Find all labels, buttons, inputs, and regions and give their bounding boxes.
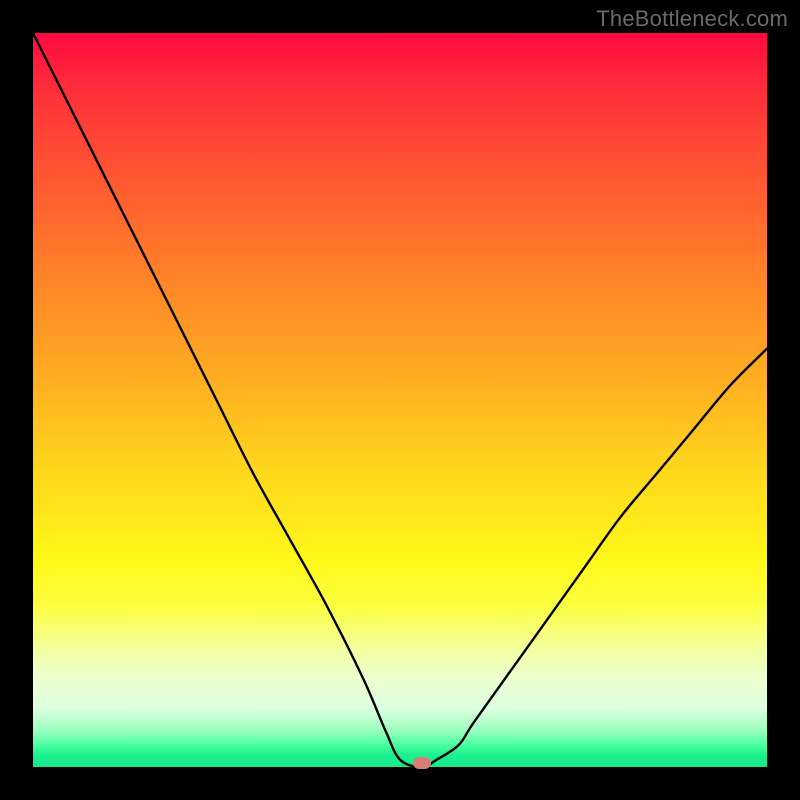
chart-frame: TheBottleneck.com — [0, 0, 800, 800]
bottleneck-curve — [33, 33, 767, 767]
optimal-point-marker — [413, 757, 431, 769]
watermark-text: TheBottleneck.com — [596, 6, 788, 32]
chart-plot-area — [33, 33, 767, 767]
